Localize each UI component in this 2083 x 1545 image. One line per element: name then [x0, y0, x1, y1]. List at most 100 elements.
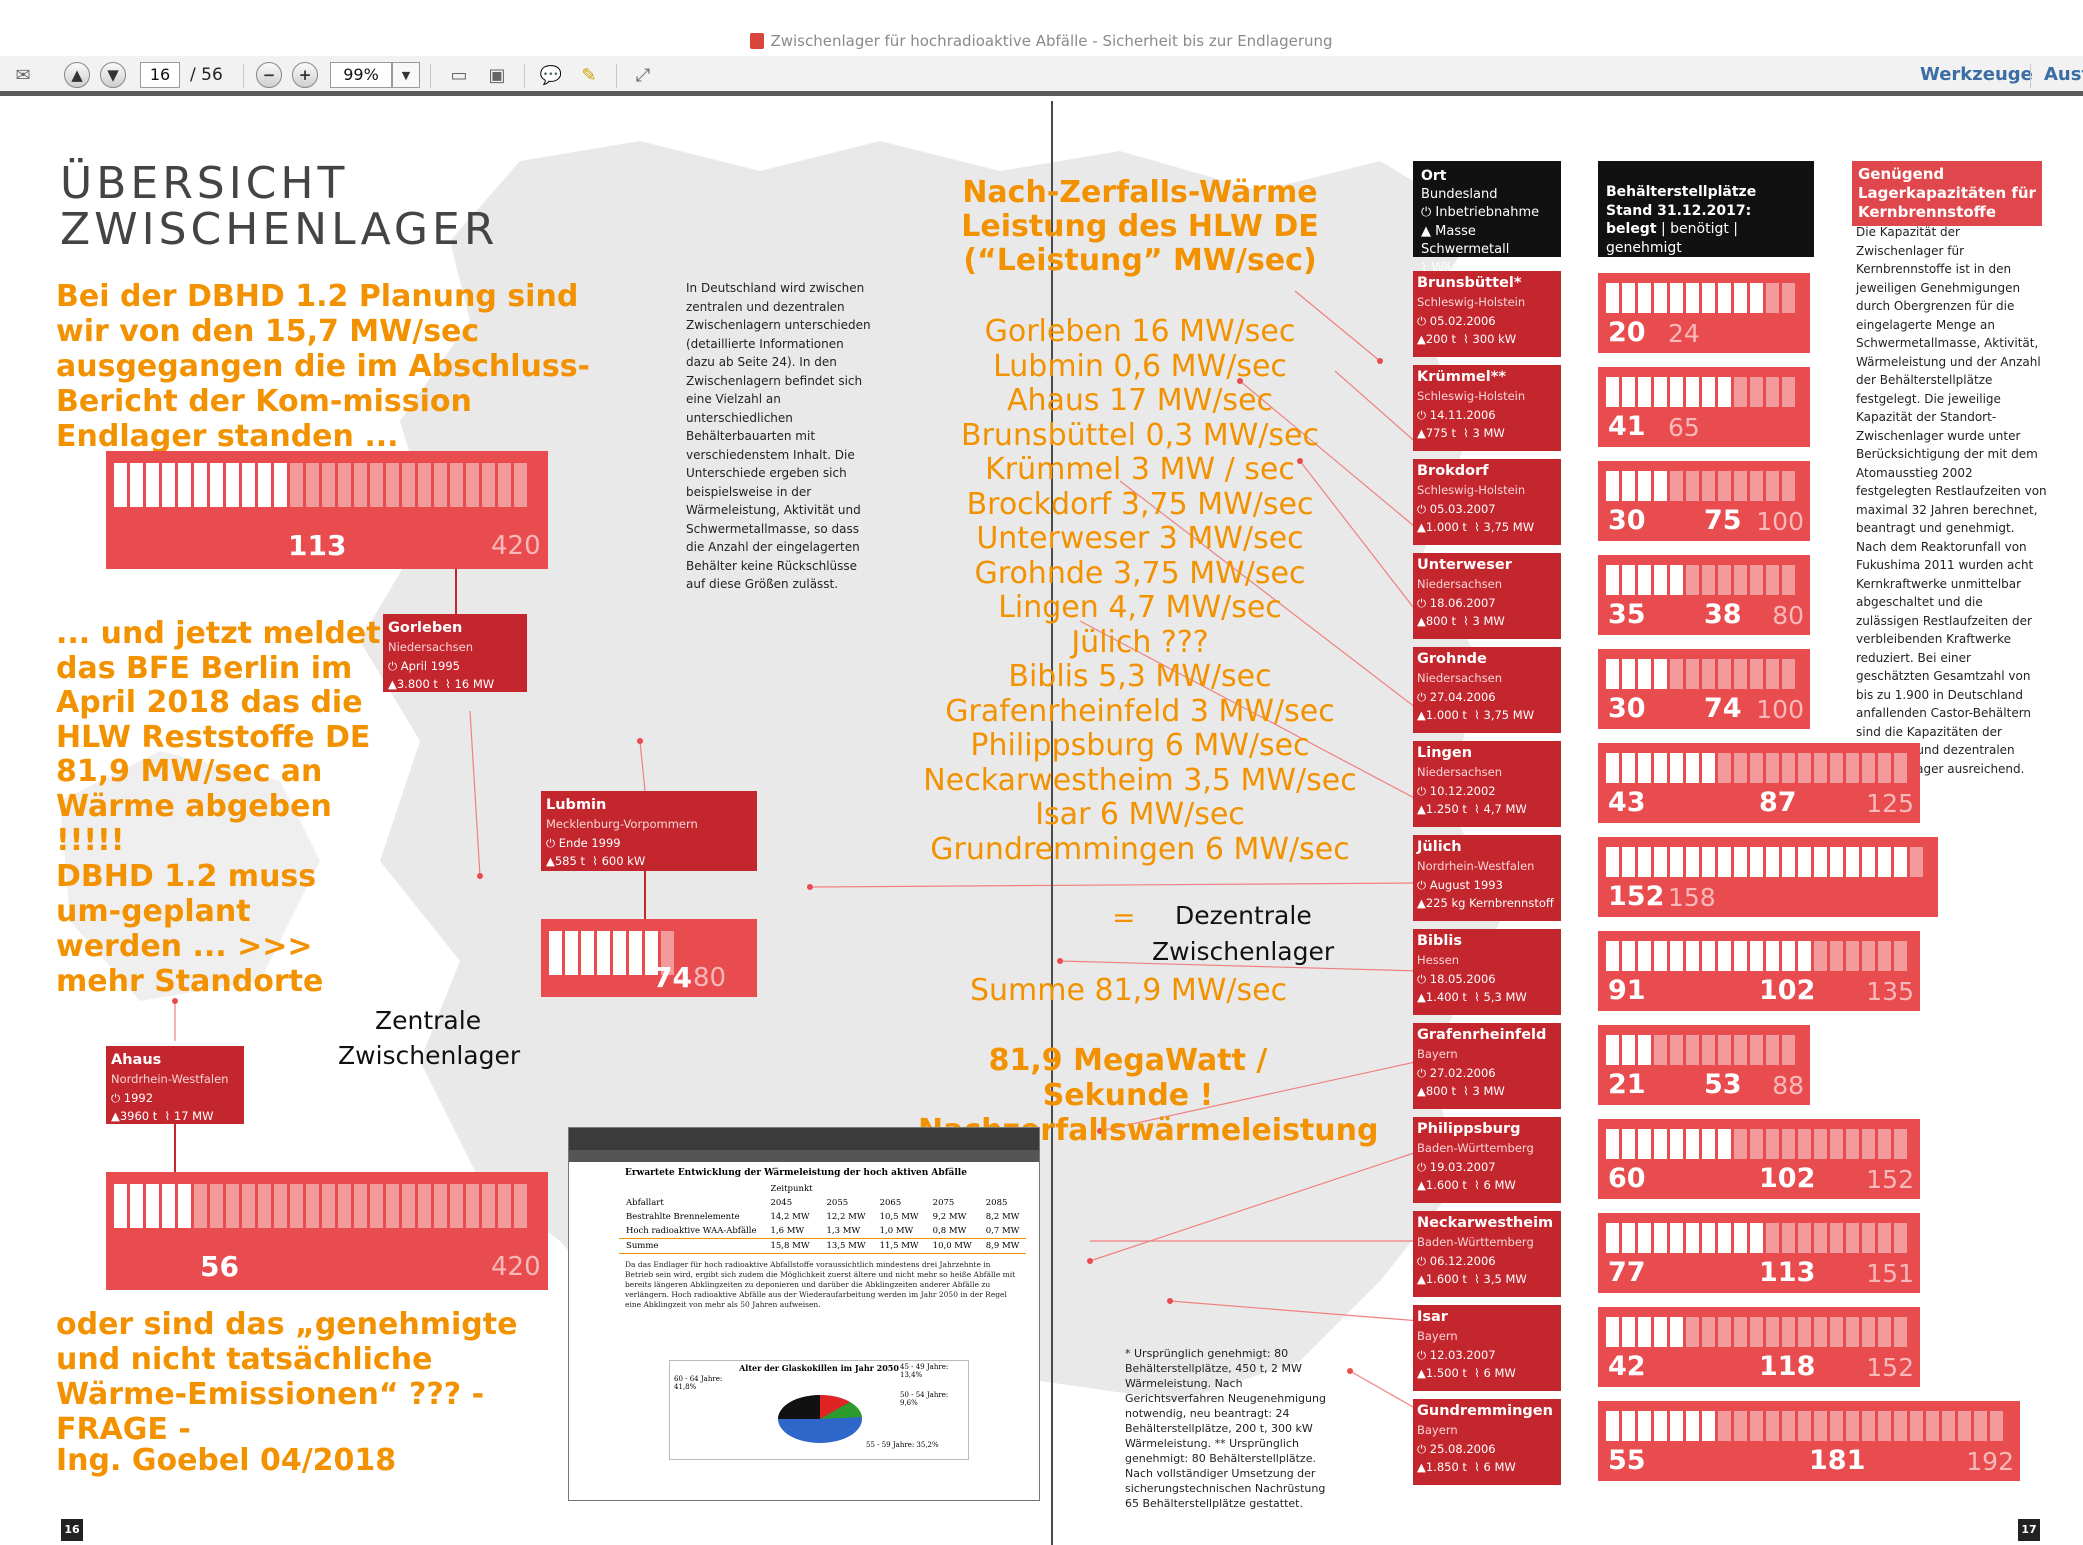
needed-count: 181	[1809, 1445, 1866, 1476]
embedded-table-cell: Bestrahlte Brennelemente	[626, 1212, 740, 1222]
fit-page-icon[interactable]: ▣	[484, 62, 510, 88]
site-state: Schleswig-Holstein	[1417, 389, 1526, 403]
embedded-window-bar	[569, 1128, 1039, 1150]
used-count: 152	[1608, 881, 1665, 912]
site-state: Niedersachsen	[1417, 765, 1502, 779]
page-title-line1: ÜBERSICHT	[60, 158, 349, 209]
embedded-table-cell: Abfallart	[626, 1198, 664, 1208]
legend-masse: ▲ Masse Schwermetall	[1421, 223, 1510, 258]
site-capacity-bar: 21 53 88	[1598, 1025, 1810, 1105]
fullscreen-icon[interactable]: ⤢	[630, 62, 656, 88]
site-card: Jülich Nordrhein-Westfalen ⏻ August 1993 ▲2…	[1413, 835, 1561, 921]
site-state: Schleswig-Holstein	[1417, 483, 1526, 497]
site-capacity-bar: 152 158	[1598, 837, 1938, 917]
site-card: Biblis Hessen ⏻ 18.05.2006 ▲1.400 t ⌇ 5,3 M…	[1413, 929, 1561, 1015]
sign-icon[interactable]: ✎	[576, 62, 602, 88]
site-mass-heat: ▲1.600 t ⌇ 3,5 MW	[1417, 1272, 1527, 1286]
lubmin-mass-heat: ▲585 t ⌇ 600 kW	[546, 854, 646, 868]
ahaus-state: Nordrhein-Westfalen	[111, 1072, 229, 1086]
fit-width-icon[interactable]: ▭	[446, 62, 472, 88]
legend-box: Ort Bundesland ⏻ Inbetriebnahme ▲ Masse …	[1413, 161, 1561, 276]
site-card: Brokdorf Schleswig-Holstein ⏻ 05.03.2007 ▲1…	[1413, 459, 1561, 545]
zoom-level-input[interactable]: 99%	[330, 62, 392, 88]
site-capacity-bar: 20 24	[1598, 273, 1810, 353]
tools-link[interactable]: Werkzeuge	[1920, 64, 2033, 85]
embedded-table-cell: 10,5 MW	[879, 1212, 919, 1222]
needed-count: 75	[1704, 505, 1742, 536]
needed-count: 38	[1704, 599, 1742, 630]
gorleben-used-count: 113	[288, 529, 347, 562]
used-count: 20	[1608, 317, 1646, 348]
site-date: ⏻ 10.12.2002	[1417, 783, 1496, 798]
site-mass-heat: ▲1.000 t ⌇ 3,75 MW	[1417, 520, 1535, 534]
gorleben-capacity-bar: 113 420	[106, 451, 548, 569]
site-capacity-bar: 30 75 100	[1598, 461, 1810, 541]
site-card: Unterweser Niedersachsen ⏻ 18.06.2007 ▲800 …	[1413, 553, 1561, 639]
used-count: 91	[1608, 975, 1646, 1006]
next-page-button[interactable]: ▼	[100, 62, 126, 88]
site-date: ⏻ 25.08.2006	[1417, 1441, 1496, 1456]
embedded-table-cell: 13,5 MW	[826, 1241, 866, 1251]
mail-icon[interactable]: ✉	[10, 62, 36, 88]
approved-count: 100	[1756, 695, 1804, 724]
heat-list-item: Grundremmingen 6 MW/sec	[930, 831, 1350, 867]
pdf-toolbar: ✉ ▲ ▼ 16 / 56 − + 99% ▼ ▭ ▣ 💬 ✎ ⤢ Werkze…	[0, 56, 2083, 96]
embedded-table-cell: Zeitpunkt	[770, 1184, 813, 1194]
toolbar-separator	[616, 64, 617, 88]
zoom-in-button[interactable]: +	[292, 62, 318, 88]
lubmin-date: ⏻ Ende 1999	[546, 835, 621, 850]
page-total-label: / 56	[190, 65, 223, 85]
places-header-box: Behälterstellplätze Stand 31.12.2017: be…	[1598, 161, 1814, 257]
approved-count: 100	[1756, 507, 1804, 536]
right-page-number: 17	[2018, 1519, 2040, 1541]
needed-count: 24	[1668, 319, 1700, 348]
more-link[interactable]: Ausf	[2044, 64, 2083, 85]
ahaus-date: ⏻ 1992	[111, 1090, 154, 1105]
site-date: ⏻ 18.05.2006	[1417, 971, 1496, 986]
embedded-table-cell: 8,2 MW	[985, 1212, 1020, 1222]
embedded-table-cell: 12,2 MW	[826, 1212, 866, 1222]
lubmin-card: Lubmin Mecklenburg-Vorpommern ⏻ Ende 199…	[541, 791, 757, 871]
pie-label: 60 - 64 Jahre: 41,8%	[674, 1375, 723, 1391]
site-date: ⏻ 14.11.2006	[1417, 407, 1496, 422]
embedded-paragraph: Da das Endlager für hoch radioaktive Abf…	[625, 1260, 1016, 1309]
annotation-text-3: DBHD 1.2 muss um-geplant werden ... >>> …	[56, 859, 324, 999]
gorleben-mass-heat: ▲3.800 t ⌇ 16 MW	[388, 677, 495, 691]
site-card: Philippsburg Baden-Württemberg ⏻ 19.03.200…	[1413, 1117, 1561, 1203]
comment-icon[interactable]: 💬	[538, 62, 564, 88]
page-number-input[interactable]: 16	[140, 62, 180, 88]
zoom-out-button[interactable]: −	[256, 62, 282, 88]
site-card: Gundremmingen Bayern ⏻ 25.08.2006 ▲1.850 t …	[1413, 1399, 1561, 1485]
capacity-cells	[1606, 377, 1795, 407]
site-name: Grohnde	[1417, 651, 1487, 667]
capacity-cells	[1606, 1035, 1795, 1065]
site-mass-heat: ▲1.400 t ⌇ 5,3 MW	[1417, 990, 1527, 1004]
site-capacity-bar: 42 118 152	[1598, 1307, 1920, 1387]
previous-page-button[interactable]: ▲	[64, 62, 90, 88]
approved-count: 192	[1966, 1447, 2014, 1476]
site-date: ⏻ 19.03.2007	[1417, 1159, 1496, 1174]
site-capacity-bar: 60 102 152	[1598, 1119, 1920, 1199]
places-header-date: Stand 31.12.2017:	[1606, 202, 1752, 219]
embedded-pie-chart: Alter der Glaskokillen im Jahr 2050 60 -…	[669, 1360, 969, 1460]
site-state: Schleswig-Holstein	[1417, 295, 1526, 309]
embedded-table-cell: 1,0 MW	[879, 1226, 914, 1236]
site-state: Baden-Württemberg	[1417, 1141, 1534, 1155]
site-date: ⏻ 06.12.2006	[1417, 1253, 1496, 1268]
site-name: Philippsburg	[1417, 1121, 1521, 1137]
site-name: Brunsbüttel*	[1417, 275, 1522, 291]
site-state: Bayern	[1417, 1423, 1458, 1437]
used-count: 41	[1608, 411, 1646, 442]
decentral-label-line2: Zwischenlager	[1152, 937, 1335, 966]
embedded-heat-table: Zeitpunkt Abfallart 2045 2055 2065 2075 …	[619, 1182, 1027, 1254]
site-card: Grohnde Niedersachsen ⏻ 27.04.2006 ▲1.000 t…	[1413, 647, 1561, 733]
intro-paragraph: In Deutschland wird zwischen zentralen u…	[686, 281, 871, 591]
toolbar-separator	[430, 64, 431, 88]
annotation-text-1: Bei der DBHD 1.2 Planung sind wir von de…	[56, 279, 591, 454]
legend-inbetriebnahme: ⏻ Inbetriebnahme	[1421, 205, 1540, 220]
zoom-dropdown-chevron-icon[interactable]: ▼	[392, 62, 420, 88]
capacity-cells	[1606, 283, 1795, 313]
needed-count: 102	[1759, 975, 1816, 1006]
annotation-text-4: oder sind das „genehmigte und nicht tats…	[56, 1307, 518, 1447]
site-capacity-bar: 77 113 151	[1598, 1213, 1920, 1293]
